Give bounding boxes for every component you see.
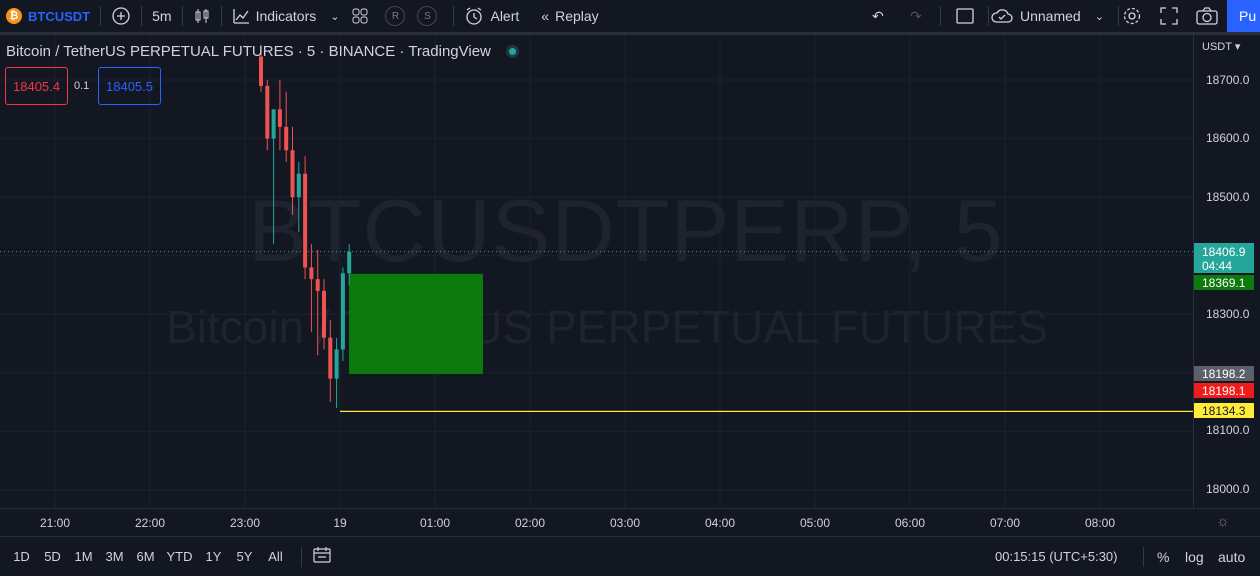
time-axis[interactable]: 21:00 22:00 23:00 19 01:00 02:00 03:00 0… <box>0 508 1260 536</box>
candle-body <box>284 126 289 151</box>
buy-price: 18405.5 <box>106 78 153 94</box>
sell-price: 18405.4 <box>13 78 60 94</box>
candle-body <box>347 251 352 274</box>
range-1d[interactable]: 1D <box>6 549 37 564</box>
candle-body <box>328 337 333 379</box>
bottom-toolbar: 1D 5D 1M 3M 6M YTD 1Y 5Y All 00:15:15 (U… <box>0 536 1260 576</box>
box-bottom-red-label: 18198.1 <box>1194 383 1254 398</box>
sell-button[interactable]: 18405.4 <box>5 67 68 105</box>
time-tick: 05:00 <box>799 516 831 530</box>
candle-body <box>340 273 345 350</box>
candle-body <box>334 349 339 379</box>
range-5d[interactable]: 5D <box>37 549 68 564</box>
price-tick: 18300.0 <box>1206 307 1250 321</box>
time-tick: 07:00 <box>989 516 1021 530</box>
candle-body <box>271 109 276 139</box>
box-top-label: 18369.1 <box>1194 275 1254 290</box>
auto-scale-toggle[interactable]: auto <box>1218 549 1245 565</box>
price-axis[interactable]: USDT ▾ 18700.0 18600.0 18500.0 18300.0 1… <box>1193 35 1260 508</box>
last-price-label: 18406.9 04:44 <box>1194 243 1254 273</box>
time-tick: 03:00 <box>609 516 641 530</box>
candle-body <box>259 56 263 86</box>
box-bottom-grey-label: 18198.2 <box>1194 366 1254 381</box>
date-range-button[interactable] <box>312 546 332 567</box>
chevron-down-icon: ▾ <box>1234 41 1241 53</box>
candle-body <box>296 173 301 198</box>
time-tick: 01:00 <box>419 516 451 530</box>
calendar-range-icon <box>313 547 331 563</box>
candle-body <box>315 279 320 291</box>
time-tick: 08:00 <box>1084 516 1116 530</box>
price-tick: 18100.0 <box>1206 423 1250 437</box>
time-tick: 23:00 <box>229 516 261 530</box>
candle-body <box>303 173 308 268</box>
range-all[interactable]: All <box>260 549 291 564</box>
range-3m[interactable]: 3M <box>99 549 130 564</box>
price-tick: 18500.0 <box>1206 190 1250 204</box>
axis-settings-icon[interactable]: ☼ <box>1216 513 1230 530</box>
range-6m[interactable]: 6M <box>130 549 161 564</box>
price-tick: 18700.0 <box>1206 73 1250 87</box>
time-tick: 19 <box>333 516 347 530</box>
separator <box>301 546 302 567</box>
candle-body <box>265 85 270 139</box>
log-scale-toggle[interactable]: log <box>1185 549 1204 565</box>
bar-countdown: 04:44 <box>1202 259 1233 273</box>
candle-body <box>322 290 326 338</box>
time-tick: 22:00 <box>134 516 166 530</box>
publish-button[interactable]: Pu <box>1227 0 1260 32</box>
series-title: Bitcoin / TetherUS PERPETUAL FUTURES · 5… <box>6 43 491 60</box>
candle-body <box>277 109 282 127</box>
timezone-clock[interactable]: 00:15:15 (UTC+5:30) <box>995 549 1117 564</box>
spread-value: 0.1 <box>74 80 90 92</box>
line-price-label: 18134.3 <box>1194 403 1254 418</box>
candle-body <box>309 267 314 280</box>
currency-label: USDT <box>1202 41 1232 53</box>
price-tick: 18000.0 <box>1206 482 1250 496</box>
currency-selector[interactable]: USDT ▾ <box>1202 40 1240 53</box>
separator <box>1143 546 1144 567</box>
range-1m[interactable]: 1M <box>68 549 99 564</box>
rectangle-drawing <box>349 273 483 374</box>
range-1y[interactable]: 1Y <box>198 549 229 564</box>
price-chart[interactable] <box>0 0 1193 508</box>
snapshot-button[interactable] <box>1196 0 1218 32</box>
price-tick: 18600.0 <box>1206 131 1250 145</box>
buy-button[interactable]: 18405.5 <box>98 67 161 105</box>
publish-label: Pu <box>1239 8 1257 24</box>
last-price-value: 18406.9 <box>1202 245 1246 259</box>
camera-icon <box>1196 7 1218 25</box>
time-tick: 02:00 <box>514 516 546 530</box>
time-tick: 06:00 <box>894 516 926 530</box>
candle-body <box>290 150 295 198</box>
percent-scale-toggle[interactable]: % <box>1157 549 1169 565</box>
time-tick: 21:00 <box>39 516 71 530</box>
time-tick: 04:00 <box>704 516 736 530</box>
market-open-indicator <box>508 48 516 55</box>
range-ytd[interactable]: YTD <box>161 549 198 564</box>
series-legend: Bitcoin / TetherUS PERPETUAL FUTURES · 5… <box>6 43 516 60</box>
range-5y[interactable]: 5Y <box>229 549 260 564</box>
